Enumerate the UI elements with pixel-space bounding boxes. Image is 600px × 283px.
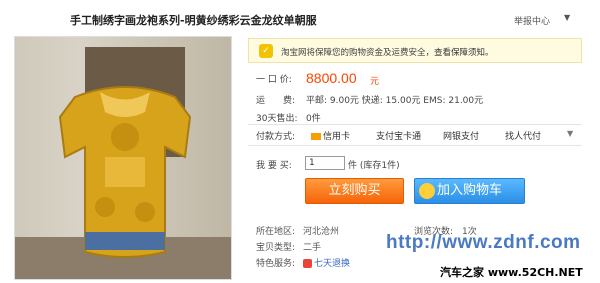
payment-item-label: 信用卡 <box>323 132 351 142</box>
sales-value: 0件 <box>306 114 321 124</box>
add-to-cart-button[interactable]: 加入购物车 <box>414 178 525 204</box>
payment-credit-card[interactable]: 信用卡 <box>311 129 350 142</box>
protection-message: 淘宝网将保障您的购物资金及运费安全， <box>281 48 435 58</box>
chevron-down-icon[interactable]: ▼ <box>567 129 573 138</box>
robe-illustration <box>58 86 192 258</box>
price-label: 一 口 价: <box>256 75 292 85</box>
service-value: 七天退换 <box>314 259 351 269</box>
quantity-label: 我 要 买: <box>256 161 292 171</box>
title-bar: 手工制绣字画龙袍系列-明黄纱绣彩云金龙纹单朝服 举报中心 ▼ <box>0 0 600 34</box>
payment-alipay-card[interactable]: 支付宝卡通 <box>376 129 421 142</box>
product-image[interactable] <box>14 36 232 280</box>
cart-icon <box>419 183 435 199</box>
shipping-label: 运 费: <box>256 96 296 106</box>
watermark-bottom: 汽车之家 www.52CH.NET <box>440 266 583 279</box>
payment-label: 付款方式: <box>256 132 296 142</box>
payment-online-bank[interactable]: 网银支付 <box>443 129 479 142</box>
service-label: 特色服务: <box>256 259 296 269</box>
credit-card-icon <box>311 133 321 140</box>
payment-proxy[interactable]: 找人代付 <box>505 129 541 142</box>
location-label: 所在地区: <box>256 227 296 237</box>
item-type-value: 二手 <box>303 243 322 253</box>
add-to-cart-label: 加入购物车 <box>437 183 503 198</box>
report-center-link[interactable]: 举报中心 <box>514 14 550 27</box>
shield-icon: ✓ <box>259 44 273 58</box>
price-value: 8800.00 <box>306 70 357 86</box>
watermark-url: http://www.zdnf.com <box>386 232 581 253</box>
buy-now-button[interactable]: 立刻购买 <box>305 178 404 204</box>
protection-banner: ✓ 淘宝网将保障您的购物资金及运费安全，查看保障须知。 <box>248 38 582 63</box>
return-icon <box>303 259 312 268</box>
protection-text: 淘宝网将保障您的购物资金及运费安全，查看保障须知。 <box>281 46 494 58</box>
shipping-value: 平邮: 9.00元 快递: 15.00元 EMS: 21.00元 <box>306 96 484 106</box>
service-seven-day-return[interactable]: 七天退换 <box>303 256 350 269</box>
quantity-stock: 件 (库存1件) <box>348 161 400 171</box>
location-value: 河北沧州 <box>303 227 340 237</box>
sales-label: 30天售出: <box>256 114 298 124</box>
chevron-down-icon[interactable]: ▼ <box>564 13 570 22</box>
item-title: 手工制绣字画龙袍系列-明黄纱绣彩云金龙纹单朝服 <box>70 14 317 27</box>
divider <box>248 124 582 125</box>
quantity-input[interactable] <box>305 156 345 170</box>
protection-link[interactable]: 查看保障须知。 <box>434 48 494 58</box>
price-unit: 元 <box>370 77 380 87</box>
divider <box>248 145 582 146</box>
item-type-label: 宝贝类型: <box>256 243 296 253</box>
